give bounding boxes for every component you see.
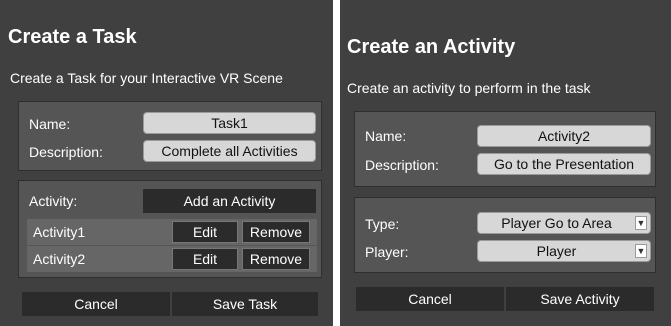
task-description-field[interactable]: Complete all Activities <box>143 140 316 162</box>
remove-button[interactable]: Remove <box>242 221 310 243</box>
player-label: Player: <box>365 244 409 260</box>
cancel-button[interactable]: Cancel <box>356 287 504 311</box>
type-label: Type: <box>365 216 400 232</box>
activity-name: Activity1 <box>33 224 86 240</box>
activities-section: Activity: Add an Activity Activity1 Edit… <box>18 180 322 278</box>
list-item: Activity2 Edit Remove <box>27 246 317 272</box>
name-label: Name: <box>29 116 71 132</box>
edit-button[interactable]: Edit <box>172 221 238 243</box>
activity-description-field[interactable]: Go to the Presentation <box>477 153 651 175</box>
activity-type-section: Type: Player Go to Area ▼ Player: Player… <box>354 197 656 273</box>
name-label: Name: <box>365 128 407 144</box>
list-item: Activity1 Edit Remove <box>27 219 317 245</box>
type-select[interactable]: Player Go to Area ▼ <box>477 212 651 234</box>
activity-details-section: Name: Activity2 Description: Go to the P… <box>354 111 656 187</box>
task-name-field[interactable]: Task1 <box>143 112 316 134</box>
add-activity-button[interactable]: Add an Activity <box>143 189 316 213</box>
activity-label: Activity: <box>29 193 78 209</box>
dialog-title: Create a Task <box>8 26 137 48</box>
activity-name: Activity2 <box>33 251 86 267</box>
dialog-title: Create an Activity <box>347 36 516 58</box>
dialog-subtitle: Create an activity to perform in the tas… <box>347 80 591 96</box>
save-activity-button[interactable]: Save Activity <box>506 287 654 311</box>
player-select[interactable]: Player ▼ <box>477 240 651 262</box>
task-details-section: Name: Task1 Description: Complete all Ac… <box>18 101 322 171</box>
chevron-down-icon: ▼ <box>635 216 647 230</box>
save-task-button[interactable]: Save Task <box>172 292 318 316</box>
edit-button[interactable]: Edit <box>172 248 238 270</box>
chevron-down-icon: ▼ <box>635 244 647 258</box>
create-activity-dialog: Create an Activity Create an activity to… <box>340 0 671 326</box>
cancel-button[interactable]: Cancel <box>22 292 170 316</box>
remove-button[interactable]: Remove <box>242 248 310 270</box>
description-label: Description: <box>29 144 103 160</box>
player-select-value: Player <box>536 243 577 259</box>
description-label: Description: <box>365 157 439 173</box>
dialog-subtitle: Create a Task for your Interactive VR Sc… <box>10 70 283 86</box>
create-task-dialog: Create a Task Create a Task for your Int… <box>0 0 333 326</box>
activity-name-field[interactable]: Activity2 <box>477 125 651 147</box>
type-select-value: Player Go to Area <box>501 215 612 231</box>
